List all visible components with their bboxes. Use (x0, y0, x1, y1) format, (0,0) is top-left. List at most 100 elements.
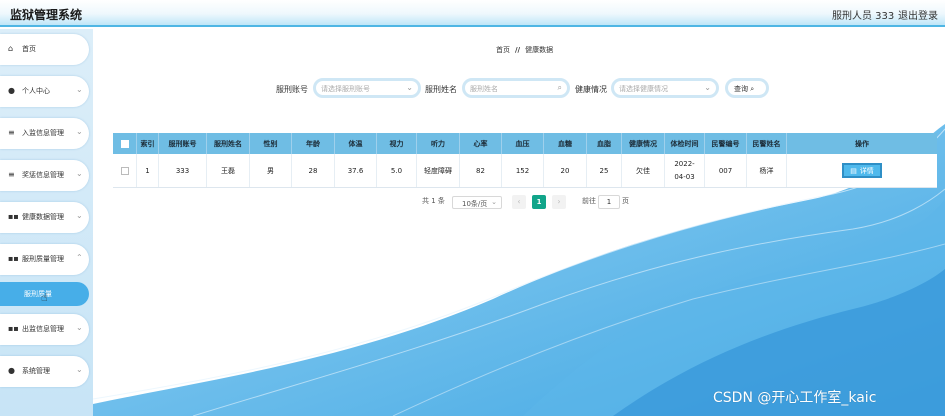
column-header: 服刑账号 (159, 133, 207, 154)
column-header: 年龄 (292, 133, 335, 154)
row-checkbox[interactable] (120, 166, 129, 175)
column-header: 心率 (460, 133, 502, 154)
home-icon: ⌂ (8, 44, 14, 53)
sidebar-item-label: 入监信息管理 (22, 129, 64, 137)
cell-age: 28 (292, 154, 335, 187)
sidebar-item-system[interactable]: ● 系统管理 ⌄ (0, 356, 89, 387)
breadcrumb: 首页 // 健康数据 (496, 45, 553, 55)
menu-icon: ≡ (8, 170, 15, 179)
chevron-up-icon: ⌃ (76, 253, 83, 262)
cell-heart-rate: 82 (460, 154, 502, 187)
cell-actions: ▤ 详情 (787, 154, 937, 187)
select-all-checkbox[interactable] (120, 139, 129, 148)
column-header: 听力 (417, 133, 460, 154)
cell-police-no: 007 (705, 154, 747, 187)
query-button-label: 查询 (734, 85, 748, 93)
query-button[interactable]: 查询 ⌕ (725, 78, 769, 98)
main-content: 首页 // 健康数据 服刑账号 请选择服刑账号 ⌄ 服刑姓名 服刑姓名 ⌕ 健康情况… (93, 29, 945, 416)
name-input[interactable]: 服刑姓名 ⌕ (462, 78, 570, 98)
grid-icon: ▪▪ (8, 324, 19, 333)
cell-blood-lipid: 25 (587, 154, 622, 187)
account-select[interactable]: 请选择服刑账号 ⌄ (313, 78, 421, 98)
chevron-down-icon: ⌄ (76, 365, 83, 374)
cell-exam-time: 2022-04-03 (665, 154, 705, 187)
prev-page-button[interactable]: ‹ (512, 195, 526, 209)
column-header: 操作 (855, 139, 869, 148)
cell-vision: 5.0 (377, 154, 417, 187)
health-select[interactable]: 请选择健康情况 ⌄ (611, 78, 719, 98)
sidebar-item-health[interactable]: ▪▪ 健康数据管理 ⌄ (0, 202, 89, 233)
detail-button-label: 详情 (859, 166, 874, 175)
search-icon: ⌕ (557, 83, 562, 92)
chevron-down-icon: ⌄ (491, 198, 497, 206)
logout-link[interactable]: 退出登录 (898, 7, 938, 22)
account-filter-label: 服刑账号 (276, 85, 308, 94)
cell-name: 王磊 (207, 154, 250, 187)
pagination-total: 共 1 条 (422, 197, 445, 205)
breadcrumb-separator: // (515, 46, 521, 54)
chevron-down-icon: ⌄ (76, 169, 83, 178)
sidebar: ⌂ 首页 ● 个人中心 ⌄ ≡ 入监信息管理 ⌄ ≡ 奖惩信息管理 ⌄ ▪▪ 健… (0, 29, 93, 416)
sidebar-item-label: 健康数据管理 (22, 213, 64, 221)
column-header: 民警编号 (705, 133, 747, 154)
sidebar-item-label: 服刑质量管理 (22, 255, 64, 263)
cell-temperature: 37.6 (335, 154, 377, 187)
page-size-select[interactable]: 10条/页 ⌄ (452, 196, 502, 209)
sidebar-item-home[interactable]: ⌂ 首页 (0, 34, 89, 65)
cell-account: 333 (159, 154, 207, 187)
column-header: 民警姓名 (747, 133, 787, 154)
health-select-placeholder: 请选择健康情况 (619, 85, 668, 93)
chevron-down-icon: ⌄ (406, 83, 413, 92)
cell-index: 1 (137, 154, 159, 187)
row-select-cell (113, 154, 137, 187)
cell-hearing: 轻度障碍 (417, 154, 460, 187)
sidebar-item-label: 首页 (22, 45, 36, 53)
search-icon: ⌕ (750, 85, 755, 93)
sidebar-item-label: 系统管理 (22, 367, 50, 375)
name-filter-label: 服刑姓名 (425, 85, 457, 94)
next-page-button[interactable]: › (552, 195, 566, 209)
chevron-down-icon: ⌄ (76, 85, 83, 94)
sidebar-item-admission[interactable]: ≡ 入监信息管理 ⌄ (0, 118, 89, 149)
account-select-placeholder: 请选择服刑账号 (321, 85, 370, 93)
breadcrumb-home[interactable]: 首页 (496, 46, 510, 54)
sidebar-item-profile[interactable]: ● 个人中心 ⌄ (0, 76, 89, 107)
column-header: 视力 (377, 133, 417, 154)
mouse-cursor-icon: ☝ (41, 291, 48, 304)
sidebar-item-label: 出监信息管理 (22, 325, 64, 333)
goto-label: 前往 (582, 197, 596, 205)
watermark: CSDN @开心工作室_kaic (713, 390, 877, 406)
chevron-down-icon: ⌄ (76, 127, 83, 136)
page-unit-label: 页 (622, 197, 629, 205)
sidebar-subitem-label: 服刑质量 (24, 290, 52, 298)
cell-blood-pressure: 152 (502, 154, 544, 187)
cell-police-name: 杨洋 (747, 154, 787, 187)
document-icon: ▤ (850, 166, 857, 175)
detail-button[interactable]: ▤ 详情 (842, 163, 882, 178)
grid-icon: ▪▪ (8, 254, 19, 263)
sidebar-item-label: 奖惩信息管理 (22, 171, 64, 179)
column-header: 血脂 (587, 133, 622, 154)
table-row: 1 333 王磊 男 28 37.6 5.0 轻度障碍 82 152 20 25… (113, 154, 937, 188)
column-header: 血压 (502, 133, 544, 154)
sidebar-item-rewards[interactable]: ≡ 奖惩信息管理 ⌄ (0, 160, 89, 191)
column-header: 血糖 (544, 133, 587, 154)
goto-page-input[interactable]: 1 (598, 195, 620, 209)
pin-icon: ● (8, 366, 15, 375)
health-filter-label: 健康情况 (575, 85, 607, 94)
chevron-down-icon: ⌄ (76, 323, 83, 332)
grid-icon: ▪▪ (8, 212, 19, 221)
top-bar: 监狱管理系统 服刑人员 333 退出登录 (0, 0, 945, 27)
sidebar-item-quality[interactable]: ▪▪ 服刑质量管理 ⌃ (0, 244, 89, 275)
current-user: 服刑人员 333 (832, 11, 895, 22)
cell-gender: 男 (250, 154, 292, 187)
chevron-down-icon: ⌄ (704, 83, 711, 92)
table-header: 索引 服刑账号 服刑姓名 性别 年龄 体温 视力 听力 心率 血压 血糖 血脂 … (113, 133, 937, 154)
sidebar-item-label: 个人中心 (22, 87, 50, 95)
user-icon: ● (8, 86, 15, 95)
chevron-down-icon: ⌄ (76, 211, 83, 220)
menu-icon: ≡ (8, 128, 15, 137)
sidebar-item-release[interactable]: ▪▪ 出监信息管理 ⌄ (0, 314, 89, 345)
page-number-current[interactable]: 1 (532, 195, 546, 209)
column-header: 服刑姓名 (207, 133, 250, 154)
